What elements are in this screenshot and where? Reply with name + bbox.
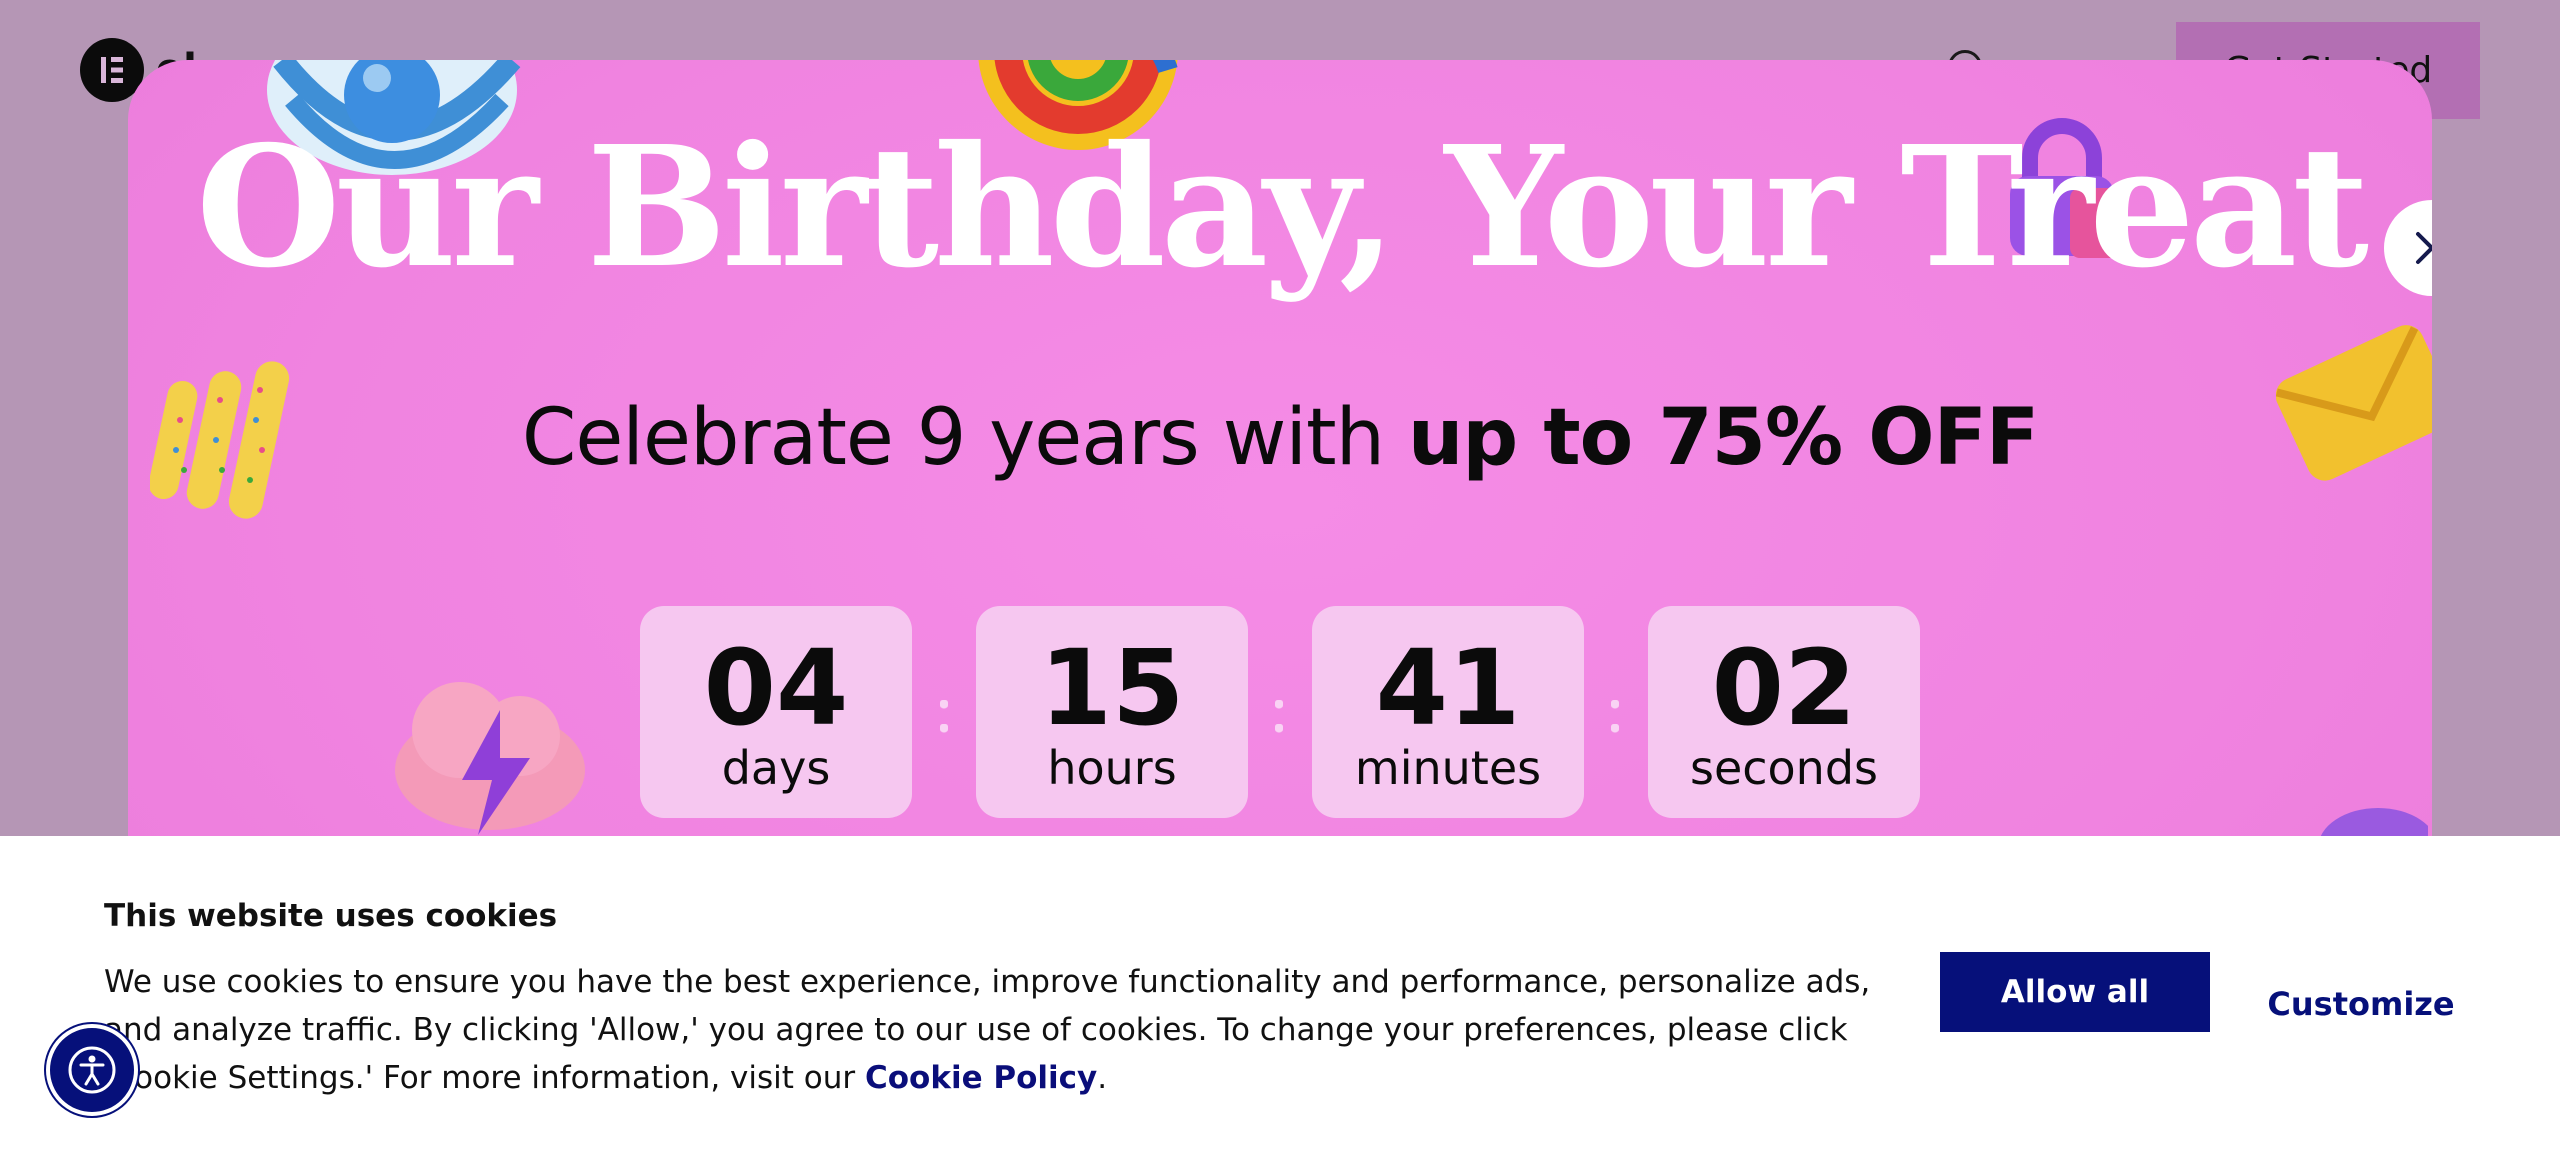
countdown-value: 41	[1375, 627, 1521, 749]
promo-subtitle: Celebrate 9 years with up to 75% OFF	[0, 388, 2560, 488]
countdown-value: 15	[1039, 627, 1185, 749]
countdown-unit: seconds	[1689, 741, 1879, 795]
countdown-hours: 15 hours	[976, 606, 1248, 818]
countdown-unit: hours	[1047, 741, 1177, 795]
cookie-text-end: .	[1097, 1060, 1108, 1096]
countdown-seconds: 02 seconds	[1648, 606, 1920, 818]
accessibility-icon	[68, 1046, 116, 1094]
cookie-banner: This website uses cookies We use cookies…	[0, 836, 2560, 1162]
countdown-days: 04 days	[640, 606, 912, 818]
cookie-title: This website uses cookies	[104, 898, 558, 934]
countdown-unit: minutes	[1354, 741, 1542, 795]
promo-title: Our Birthday, Your Treat	[195, 110, 2369, 305]
countdown-value: 02	[1711, 627, 1857, 749]
countdown-unit: days	[721, 741, 831, 795]
countdown-separator	[1611, 700, 1619, 734]
cookie-description: We use cookies to ensure you have the be…	[104, 958, 1884, 1102]
accessibility-button[interactable]	[46, 1024, 138, 1116]
promo-subtitle-prefix: Celebrate 9 years with	[521, 393, 1408, 483]
lightning-cloud-decoration	[395, 682, 585, 835]
allow-all-button[interactable]: Allow all	[1940, 952, 2210, 1032]
countdown-minutes: 41 minutes	[1312, 606, 1584, 818]
promo-discount: up to 75% OFF	[1407, 393, 2039, 483]
countdown-value: 04	[703, 627, 849, 749]
customize-button[interactable]: Customize	[2246, 982, 2476, 1026]
countdown-separator	[940, 700, 948, 734]
countdown-separator	[1275, 700, 1283, 734]
cookie-policy-link[interactable]: Cookie Policy	[865, 1060, 1097, 1096]
